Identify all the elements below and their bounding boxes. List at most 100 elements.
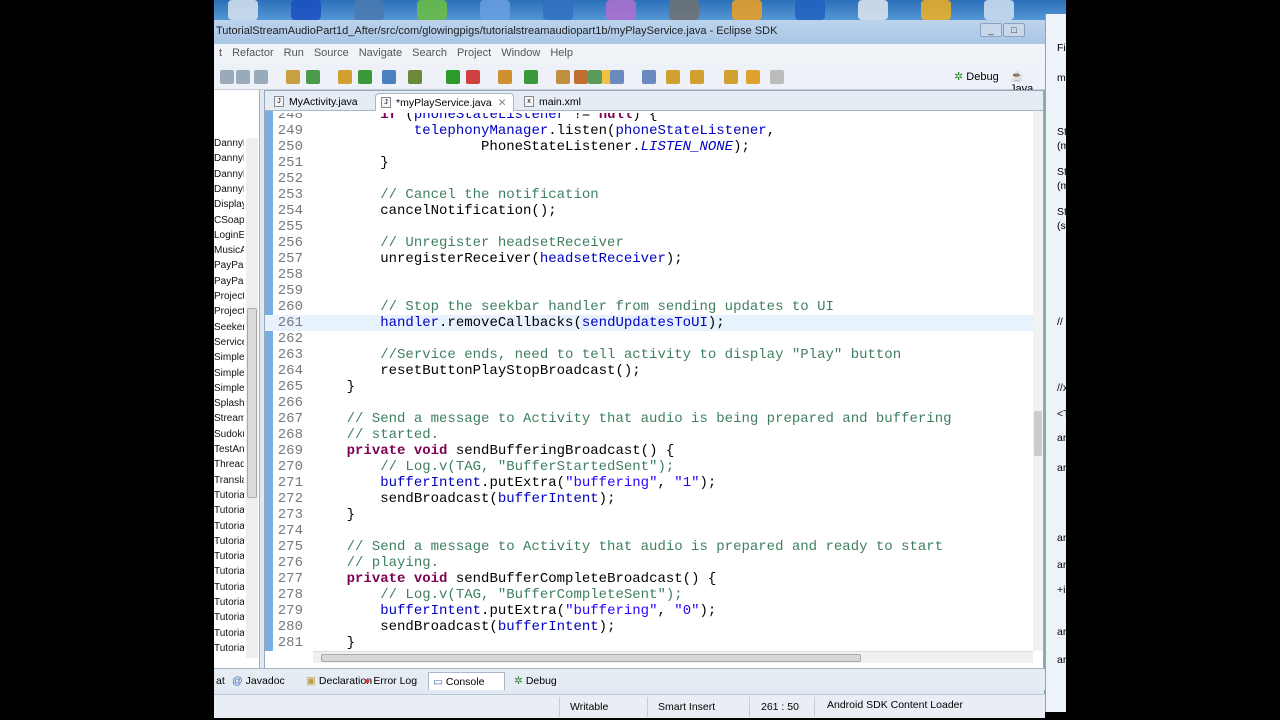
menu-project[interactable]: Project: [457, 47, 491, 59]
toolbar-button[interactable]: [254, 70, 268, 84]
package-explorer-item[interactable]: SimpleN: [214, 383, 244, 398]
menu-navigate[interactable]: Navigate: [359, 47, 402, 59]
toolbar-button[interactable]: [286, 70, 300, 84]
debug-perspective-button[interactable]: ✲ Debug: [954, 70, 999, 83]
scrollbar-thumb[interactable]: [1034, 411, 1042, 456]
toolbar-button[interactable]: [690, 70, 704, 84]
menu-run[interactable]: Run: [284, 47, 304, 59]
bottom-tab-at[interactable]: at: [216, 672, 225, 690]
package-explorer-item[interactable]: Services: [214, 337, 244, 352]
package-explorer-item[interactable]: Displayl: [214, 199, 244, 214]
package-explorer-item[interactable]: DannyB: [214, 169, 244, 184]
package-explorer-item[interactable]: CSoap2: [214, 215, 244, 230]
toolbar-button[interactable]: [358, 70, 372, 84]
menu-refactor[interactable]: Refactor: [232, 47, 274, 59]
toolbar-button[interactable]: [466, 70, 480, 84]
desktop-app-icon[interactable]: [543, 0, 573, 20]
minimize-button[interactable]: _: [980, 23, 1002, 37]
desktop-app-icon[interactable]: [984, 0, 1014, 20]
package-explorer-scrollbar[interactable]: [246, 138, 258, 658]
code-area[interactable]: 248 if (phoneStateListener != null) {249…: [265, 113, 1033, 651]
menu-t[interactable]: t: [219, 47, 222, 59]
toolbar-button[interactable]: [724, 70, 738, 84]
toolbar-button[interactable]: [498, 70, 512, 84]
package-explorer-item[interactable]: SimpleN: [214, 368, 244, 383]
package-explorer-item[interactable]: SimpleN: [214, 352, 244, 367]
toolbar-button[interactable]: [610, 70, 624, 84]
menu-help[interactable]: Help: [550, 47, 573, 59]
editor-tab[interactable]: x main.xml: [519, 93, 587, 111]
editor-vertical-scrollbar[interactable]: [1033, 111, 1043, 651]
package-explorer-item[interactable]: Tutorial: [214, 490, 244, 505]
toolbar-button[interactable]: [338, 70, 352, 84]
package-explorer-item[interactable]: SeekerS: [214, 322, 244, 337]
toolbar-button[interactable]: [408, 70, 422, 84]
package-explorer-item[interactable]: PayPalT: [214, 276, 244, 291]
desktop-app-icon[interactable]: [669, 0, 699, 20]
editor-horizontal-scrollbar[interactable]: [313, 651, 1033, 663]
bottom-tab-declaration[interactable]: ▣ Declaration: [306, 672, 372, 690]
editor-tab[interactable]: J MyActivity.java: [269, 93, 364, 111]
desktop-app-icon[interactable]: [291, 0, 321, 20]
toolbar-button[interactable]: [236, 70, 250, 84]
package-explorer-item[interactable]: Tutorial: [214, 597, 244, 612]
package-explorer-item[interactable]: Tutorial: [214, 566, 244, 581]
desktop-app-icon[interactable]: [228, 0, 258, 20]
toolbar-button[interactable]: [770, 70, 784, 84]
package-explorer-item[interactable]: Streami: [214, 413, 244, 428]
line-number: 277: [277, 571, 303, 587]
scrollbar-thumb[interactable]: [321, 654, 861, 662]
toolbar-button[interactable]: [746, 70, 760, 84]
menu-search[interactable]: Search: [412, 47, 447, 59]
package-explorer-item[interactable]: SplashS: [214, 398, 244, 413]
desktop-app-icon[interactable]: [480, 0, 510, 20]
desktop-app-icon[interactable]: [795, 0, 825, 20]
package-explorer-item[interactable]: Tutorial: [214, 536, 244, 551]
toolbar-button[interactable]: [382, 70, 396, 84]
package-explorer-item[interactable]: Tutorial: [214, 521, 244, 536]
toolbar-button[interactable]: [588, 70, 602, 84]
editor-tab[interactable]: J *myPlayService.java ✕: [375, 93, 514, 111]
toolbar-button[interactable]: [642, 70, 656, 84]
package-explorer-item[interactable]: Threadi: [214, 459, 244, 474]
package-explorer-item[interactable]: PayPalT: [214, 260, 244, 275]
close-tab-icon[interactable]: ✕: [498, 97, 507, 109]
desktop-app-icon[interactable]: [732, 0, 762, 20]
package-explorer-item[interactable]: MusicA: [214, 245, 244, 260]
bottom-tab-javadoc[interactable]: @ Javadoc: [232, 672, 285, 690]
package-explorer-item[interactable]: TestAnc: [214, 444, 244, 459]
toolbar-button[interactable]: [220, 70, 234, 84]
desktop-app-icon[interactable]: [417, 0, 447, 20]
bottom-tab-debug[interactable]: ✲ Debug: [514, 672, 557, 690]
package-explorer-item[interactable]: Tutorial: [214, 551, 244, 566]
package-explorer-item[interactable]: Tutorial: [214, 643, 244, 658]
package-explorer-item[interactable]: Project2: [214, 291, 244, 306]
toolbar-button[interactable]: [556, 70, 570, 84]
toolbar-button[interactable]: [446, 70, 460, 84]
bottom-tab-error-log[interactable]: ● Error Log: [364, 672, 417, 690]
desktop-app-icon[interactable]: [858, 0, 888, 20]
toolbar-button[interactable]: [306, 70, 320, 84]
package-explorer-item[interactable]: Translat: [214, 475, 244, 490]
desktop-app-icon[interactable]: [921, 0, 951, 20]
package-explorer-item[interactable]: Tutorial: [214, 628, 244, 643]
package-explorer-item[interactable]: DannyB: [214, 184, 244, 199]
toolbar-button[interactable]: [524, 70, 538, 84]
package-explorer-item[interactable]: Tutorial: [214, 582, 244, 597]
package-explorer-item[interactable]: Project3: [214, 306, 244, 321]
package-explorer-item[interactable]: Tutorial: [214, 505, 244, 520]
package-explorer-item[interactable]: LoginEx: [214, 230, 244, 245]
maximize-button[interactable]: □: [1003, 23, 1025, 37]
package-explorer-item[interactable]: DannyB: [214, 138, 244, 153]
menu-window[interactable]: Window: [501, 47, 540, 59]
menu-source[interactable]: Source: [314, 47, 349, 59]
desktop-app-icon[interactable]: [606, 0, 636, 20]
bottom-tab-console[interactable]: ▭ Console: [428, 672, 506, 690]
package-explorer-item[interactable]: Sudoku: [214, 429, 244, 444]
package-explorer-item[interactable]: Tutorial: [214, 612, 244, 627]
toolbar-button[interactable]: [666, 70, 680, 84]
desktop-app-icon[interactable]: [354, 0, 384, 20]
package-explorer-item[interactable]: DannyB: [214, 153, 244, 168]
toolbar-button[interactable]: [574, 70, 588, 84]
scrollbar-thumb[interactable]: [247, 308, 257, 498]
